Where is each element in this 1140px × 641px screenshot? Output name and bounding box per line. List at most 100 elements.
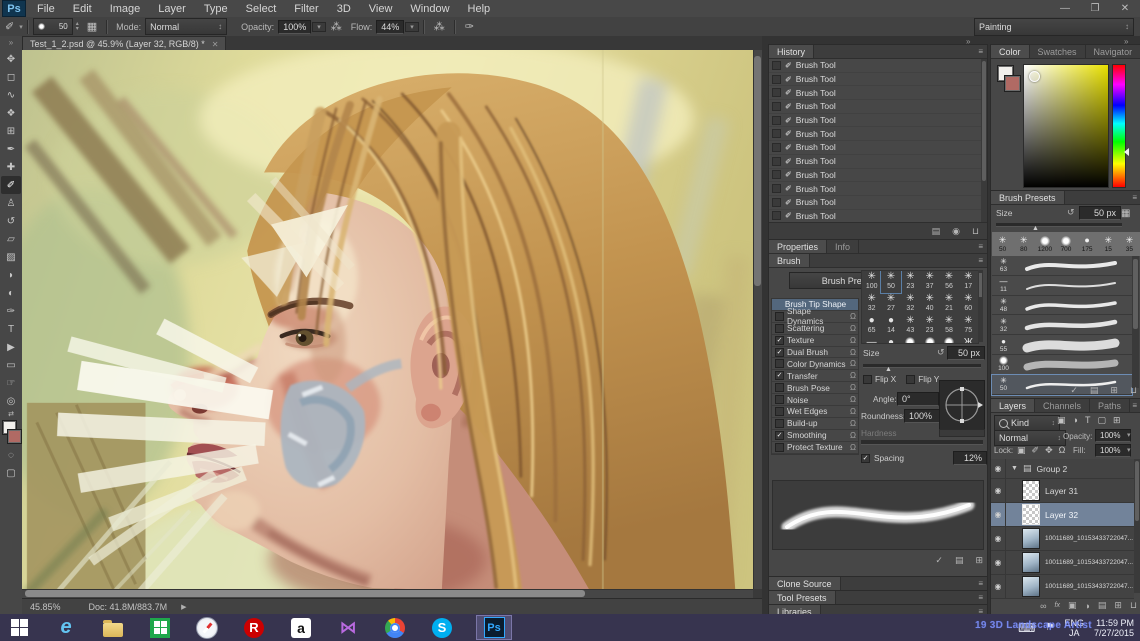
checkbox[interactable] [775,383,784,392]
fill-dropdown-icon[interactable]: ▾ [1127,446,1131,454]
menu-filter[interactable]: Filter [285,3,327,15]
brush-tip-cell[interactable]: ●14 [881,315,900,337]
tab-history[interactable]: History [769,45,814,58]
visibility-eye-icon[interactable]: ◉ [991,479,1006,502]
history-entry[interactable]: Brush Tool [796,142,836,152]
swap-colors-icon[interactable]: ⇄ [8,410,14,420]
screen-mode-button[interactable]: ▢ [1,464,21,482]
brush-preset-row[interactable]: ✳63 [992,256,1132,276]
language-indicator[interactable]: ENG JA [1064,618,1084,638]
visibility-eye-icon[interactable]: ◉ [991,503,1006,526]
brush-preset-row[interactable]: ●55 [992,335,1132,355]
history-brush-tool[interactable]: ↺ [1,212,21,230]
brush-tip-cell[interactable]: ✳100 [862,271,881,293]
hue-slider-marker[interactable] [1124,148,1129,156]
minimize-button[interactable]: — [1050,3,1080,14]
quick-selection-tool[interactable]: ❖ [1,104,21,122]
checkbox[interactable]: ✓ [861,454,870,463]
keyboard-icon[interactable]: ⌨ [1018,621,1035,635]
lock-icon[interactable]: Ω [850,312,856,321]
brush-tip-cell[interactable]: ● [881,337,900,344]
flow-field[interactable]: 44% [376,20,404,34]
section-protect-texture[interactable]: Protect TextureΩ [772,442,858,454]
panel-menu-icon[interactable]: ≡ [1132,401,1140,410]
open-preset-manager-icon[interactable]: ▤ [1090,385,1099,396]
background-color-swatch[interactable] [7,429,22,444]
brush-tip-cell[interactable]: — [862,337,881,344]
airbrush-opacity-icon[interactable]: ⁂ [326,20,347,33]
slider-thumb[interactable]: ▲ [885,366,892,373]
checkbox[interactable] [775,407,784,416]
open-preset-manager-icon[interactable]: ▤ [955,555,964,566]
spacing-field[interactable]: 12% [953,451,987,465]
section-wet-edges[interactable]: Wet EdgesΩ [772,406,858,418]
panel-menu-icon[interactable]: ≡ [1132,193,1140,202]
gradient-tool[interactable]: ▨ [1,248,21,266]
dodge-tool[interactable]: ◐ [1,284,21,302]
delete-layer-icon[interactable]: ⊔ [1130,600,1137,611]
layer-name[interactable]: 10011689_10153433722047... [1045,559,1133,566]
lasso-tool[interactable]: ∿ [1,86,21,104]
brush-tip-cell[interactable] [901,337,920,344]
toggle-brush-panel-icon[interactable]: ▦ [82,20,102,33]
spinner-down-icon[interactable]: ▾ [76,26,79,32]
filter-adjustment-layers-icon[interactable]: ◑ [1073,415,1078,426]
pen-tool[interactable]: ✑ [1,302,21,320]
lock-icon[interactable]: Ω [850,371,856,380]
lock-icon[interactable]: Ω [850,443,856,452]
lock-move-icon[interactable]: ✥ [1045,445,1053,456]
layer-name[interactable]: Group 2 [1036,464,1067,474]
menu-help[interactable]: Help [459,3,500,15]
brush-preset-row[interactable]: 100 [992,355,1132,375]
taskbar-amazon[interactable]: a [288,616,314,639]
lock-transparency-icon[interactable]: ▣ [1017,445,1026,456]
new-adjustment-layer-icon[interactable]: ◑ [1084,601,1089,611]
size-slider[interactable]: ▲ [996,223,1122,227]
history-entry[interactable]: Brush Tool [796,60,836,70]
create-new-brush-icon[interactable]: ⊞ [1110,385,1118,396]
brush-tip-cell[interactable]: ✳21 [939,293,958,315]
filter-pixel-layers-icon[interactable]: ▣ [1057,415,1066,426]
section-smoothing[interactable]: ✓SmoothingΩ [772,430,858,442]
fill-field[interactable]: 100% [1095,444,1131,457]
brush-preset-row[interactable]: —11 [992,276,1132,296]
clock[interactable]: 11:59 PM 7/27/2015 [1094,618,1134,638]
brush-preset-row[interactable]: ✳48 [992,296,1132,316]
lock-icon[interactable]: Ω [850,324,856,333]
size-field[interactable]: 50 px [1079,206,1121,220]
tab-navigator[interactable]: Navigator [1086,45,1140,58]
brush-tip-cell[interactable]: ✳37 [920,271,939,293]
new-layer-icon[interactable]: ⊞ [1114,600,1122,611]
visibility-eye-icon[interactable]: ◉ [991,459,1006,478]
section-brush-pose[interactable]: Brush PoseΩ [772,382,858,394]
size-slider[interactable]: ▲ [863,364,981,368]
layer-name[interactable]: 10011689_10153433722047... [1045,583,1133,590]
tab-properties[interactable]: Properties [769,240,827,253]
taskbar-skype[interactable]: S [429,616,455,639]
brush-tip-cell[interactable]: ✳43 [901,315,920,337]
canvas-viewport[interactable] [22,50,753,589]
brush-tool[interactable]: ✐ [1,176,21,194]
delete-state-icon[interactable]: ⊔ [972,226,979,237]
brush-angle-dial[interactable] [939,380,985,430]
lock-icon[interactable]: Ω [850,395,856,404]
history-entry[interactable]: Brush Tool [796,184,836,194]
checkbox[interactable] [775,312,784,321]
menu-image[interactable]: Image [101,3,150,15]
history-source-box[interactable] [772,61,781,70]
brush-tip-cell[interactable]: ✳23 [920,315,939,337]
path-selection-tool[interactable]: ▶ [1,338,21,356]
history-source-box[interactable] [772,143,781,152]
menu-edit[interactable]: Edit [64,3,101,15]
status-play-icon[interactable]: ▶ [167,603,186,611]
opacity-field[interactable]: 100% [278,20,311,34]
brush-tip-cell-selected[interactable]: ✳50 [881,271,900,293]
stroke-toggle-icon[interactable]: ✓ [1070,385,1078,396]
filter-shape-layers-icon[interactable]: ▢ [1097,415,1106,426]
zoom-level[interactable]: 45.85% [22,602,61,612]
grid-scrollbar[interactable] [978,270,983,342]
section-build-up[interactable]: Build-upΩ [772,418,858,430]
airbrush-mode-icon[interactable]: ⁂ [429,20,450,33]
color-field[interactable] [1023,64,1109,188]
taskbar-visual-studio[interactable]: ⋈ [335,616,361,639]
